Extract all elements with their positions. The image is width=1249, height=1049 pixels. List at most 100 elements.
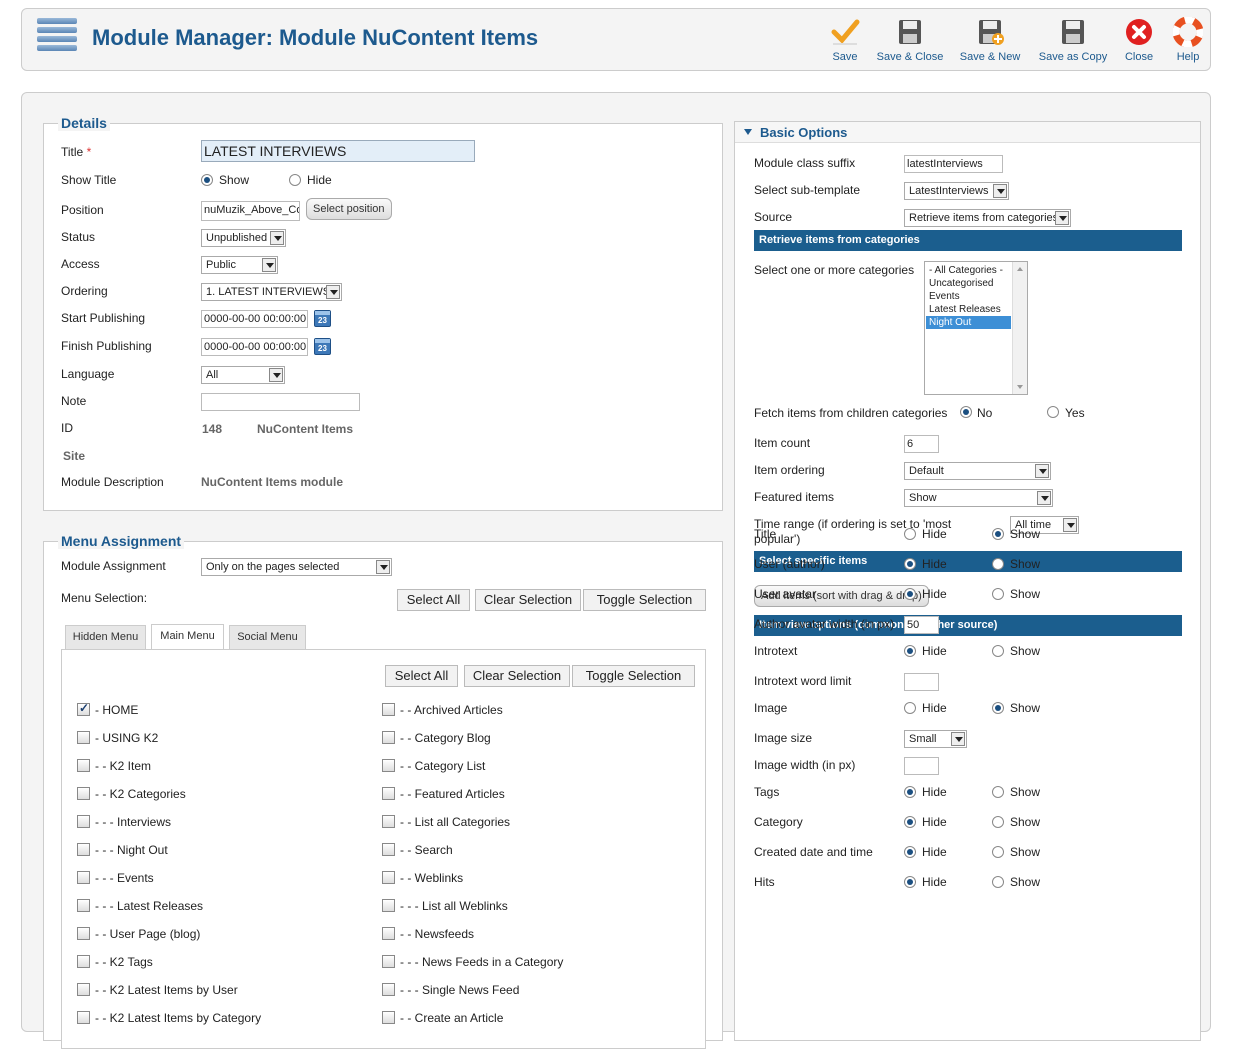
view-option-show-radio[interactable] xyxy=(992,786,1004,798)
tab-main-menu[interactable]: Main Menu xyxy=(151,624,224,649)
menu-item-checkbox[interactable] xyxy=(77,815,90,828)
view-option-show-radio[interactable] xyxy=(992,702,1004,714)
menu-item-checkbox[interactable] xyxy=(77,899,90,912)
featured-items-select[interactable]: Show xyxy=(904,489,1053,507)
menu-item-checkbox[interactable] xyxy=(77,871,90,884)
scroll-up-icon[interactable] xyxy=(1017,267,1023,271)
menu-item-checkbox[interactable] xyxy=(382,927,395,940)
menu-item-checkbox[interactable] xyxy=(77,955,90,968)
view-option-hide-radio[interactable] xyxy=(904,702,916,714)
scroll-down-icon[interactable] xyxy=(1017,385,1023,389)
view-option-input[interactable] xyxy=(904,673,939,691)
help-button[interactable]: Help xyxy=(1153,17,1223,63)
view-option-show-radio[interactable] xyxy=(992,645,1004,657)
subtemplate-select[interactable]: LatestInterviews xyxy=(904,182,1009,200)
view-option-hide-radio[interactable] xyxy=(904,558,916,570)
view-option-show-radio[interactable] xyxy=(992,528,1004,540)
menu-item-checkbox[interactable] xyxy=(382,815,395,828)
access-label: Access xyxy=(61,257,100,271)
view-option-input[interactable]: 50 xyxy=(904,616,939,634)
language-select[interactable]: All xyxy=(201,366,285,384)
view-option-hide-radio[interactable] xyxy=(904,816,916,828)
fetch-children-no-radio[interactable] xyxy=(960,406,972,418)
calendar-icon[interactable]: 23 xyxy=(314,338,331,355)
save-copy-button[interactable]: Save as Copy xyxy=(1033,17,1113,63)
category-option[interactable]: - All Categories - xyxy=(926,264,1011,277)
menu-item-checkbox[interactable] xyxy=(382,871,395,884)
select-position-button[interactable]: Select position xyxy=(306,198,392,220)
show-title-show-radio[interactable] xyxy=(201,174,213,186)
status-select[interactable]: Unpublished xyxy=(201,229,286,247)
finish-publishing-label: Finish Publishing xyxy=(61,339,152,353)
fetch-children-yes-radio[interactable] xyxy=(1047,406,1059,418)
menu-item-checkbox[interactable] xyxy=(77,983,90,996)
category-option[interactable]: Events xyxy=(926,290,1011,303)
menu-item-checkbox[interactable] xyxy=(77,843,90,856)
view-option-show-radio[interactable] xyxy=(992,846,1004,858)
class-suffix-input[interactable]: latestInterviews xyxy=(904,155,1003,173)
menu-item-checkbox[interactable] xyxy=(382,955,395,968)
chevron-down-icon xyxy=(1055,211,1069,225)
show-title-hide-radio[interactable] xyxy=(289,174,301,186)
start-publishing-input[interactable]: 0000-00-00 00:00:00 xyxy=(201,310,308,328)
view-option-input[interactable] xyxy=(904,757,939,775)
menu-items-panel: Select All Clear Selection Toggle Select… xyxy=(61,649,706,1049)
view-option-show-radio[interactable] xyxy=(992,588,1004,600)
view-option-hide-radio[interactable] xyxy=(904,876,916,888)
note-input[interactable] xyxy=(201,393,360,411)
view-option-show-radio[interactable] xyxy=(992,876,1004,888)
category-option[interactable]: Latest Releases xyxy=(926,303,1011,316)
clear-selection-button[interactable]: Clear Selection xyxy=(475,589,581,611)
clear-selection-button[interactable]: Clear Selection xyxy=(464,665,570,687)
menu-item-checkbox[interactable] xyxy=(77,759,90,772)
title-input[interactable]: LATEST INTERVIEWS xyxy=(201,140,475,162)
basic-options-header[interactable]: Basic Options xyxy=(735,122,1200,143)
view-option-show-radio[interactable] xyxy=(992,816,1004,828)
position-input[interactable]: nuMuzik_Above_Co xyxy=(201,201,300,221)
view-option-show-label: Show xyxy=(1010,875,1041,889)
menu-item-checkbox[interactable] xyxy=(77,787,90,800)
menu-item-checkbox[interactable] xyxy=(382,1011,395,1024)
save-new-button[interactable]: Save & New xyxy=(955,17,1025,63)
select-all-button[interactable]: Select All xyxy=(397,589,470,611)
categories-listbox[interactable]: - All Categories - Uncategorised Events Lat… xyxy=(924,261,1028,395)
toggle-selection-button[interactable]: Toggle Selection xyxy=(572,665,695,687)
item-ordering-select[interactable]: Default xyxy=(904,462,1051,480)
category-option[interactable]: Night Out xyxy=(926,316,1011,329)
menu-item-checkbox[interactable] xyxy=(382,703,395,716)
view-option-hide-label: Hide xyxy=(922,587,947,601)
save-close-button[interactable]: Save & Close xyxy=(875,17,945,63)
menu-item-checkbox[interactable] xyxy=(77,731,90,744)
menu-item-checkbox[interactable] xyxy=(77,701,90,716)
menu-item-checkbox[interactable] xyxy=(77,927,90,940)
select-all-button[interactable]: Select All xyxy=(385,665,458,687)
module-assignment-select[interactable]: Only on the pages selected xyxy=(201,558,392,576)
category-option[interactable]: Uncategorised xyxy=(926,277,1011,290)
access-select[interactable]: Public xyxy=(201,256,278,274)
menu-item-checkbox[interactable] xyxy=(382,899,395,912)
view-option-hide-radio[interactable] xyxy=(904,528,916,540)
menu-item-checkbox[interactable] xyxy=(382,983,395,996)
menu-item-checkbox[interactable] xyxy=(382,731,395,744)
menu-item-checkbox[interactable] xyxy=(382,759,395,772)
finish-publishing-input[interactable]: 0000-00-00 00:00:00 xyxy=(201,338,308,356)
save-button[interactable]: Save xyxy=(810,17,880,63)
item-count-input[interactable]: 6 xyxy=(904,435,939,453)
menu-item-checkbox[interactable] xyxy=(77,1011,90,1024)
menu-item-checkbox[interactable] xyxy=(382,843,395,856)
view-option-show-radio[interactable] xyxy=(992,558,1004,570)
listbox-scrollbar[interactable] xyxy=(1012,262,1027,394)
calendar-icon[interactable]: 23 xyxy=(314,310,331,327)
source-select[interactable]: Retrieve items from categories xyxy=(904,209,1071,227)
view-option-select[interactable]: Small xyxy=(904,730,967,748)
ordering-select[interactable]: 1. LATEST INTERVIEWS xyxy=(201,283,342,301)
subtemplate-value: LatestInterviews xyxy=(909,185,989,197)
tab-social-menu[interactable]: Social Menu xyxy=(229,625,306,649)
view-option-hide-radio[interactable] xyxy=(904,786,916,798)
tab-hidden-menu[interactable]: Hidden Menu xyxy=(65,625,146,649)
view-option-hide-radio[interactable] xyxy=(904,846,916,858)
view-option-hide-radio[interactable] xyxy=(904,645,916,657)
view-option-hide-radio[interactable] xyxy=(904,588,916,600)
menu-item-checkbox[interactable] xyxy=(382,787,395,800)
toggle-selection-button[interactable]: Toggle Selection xyxy=(583,589,706,611)
